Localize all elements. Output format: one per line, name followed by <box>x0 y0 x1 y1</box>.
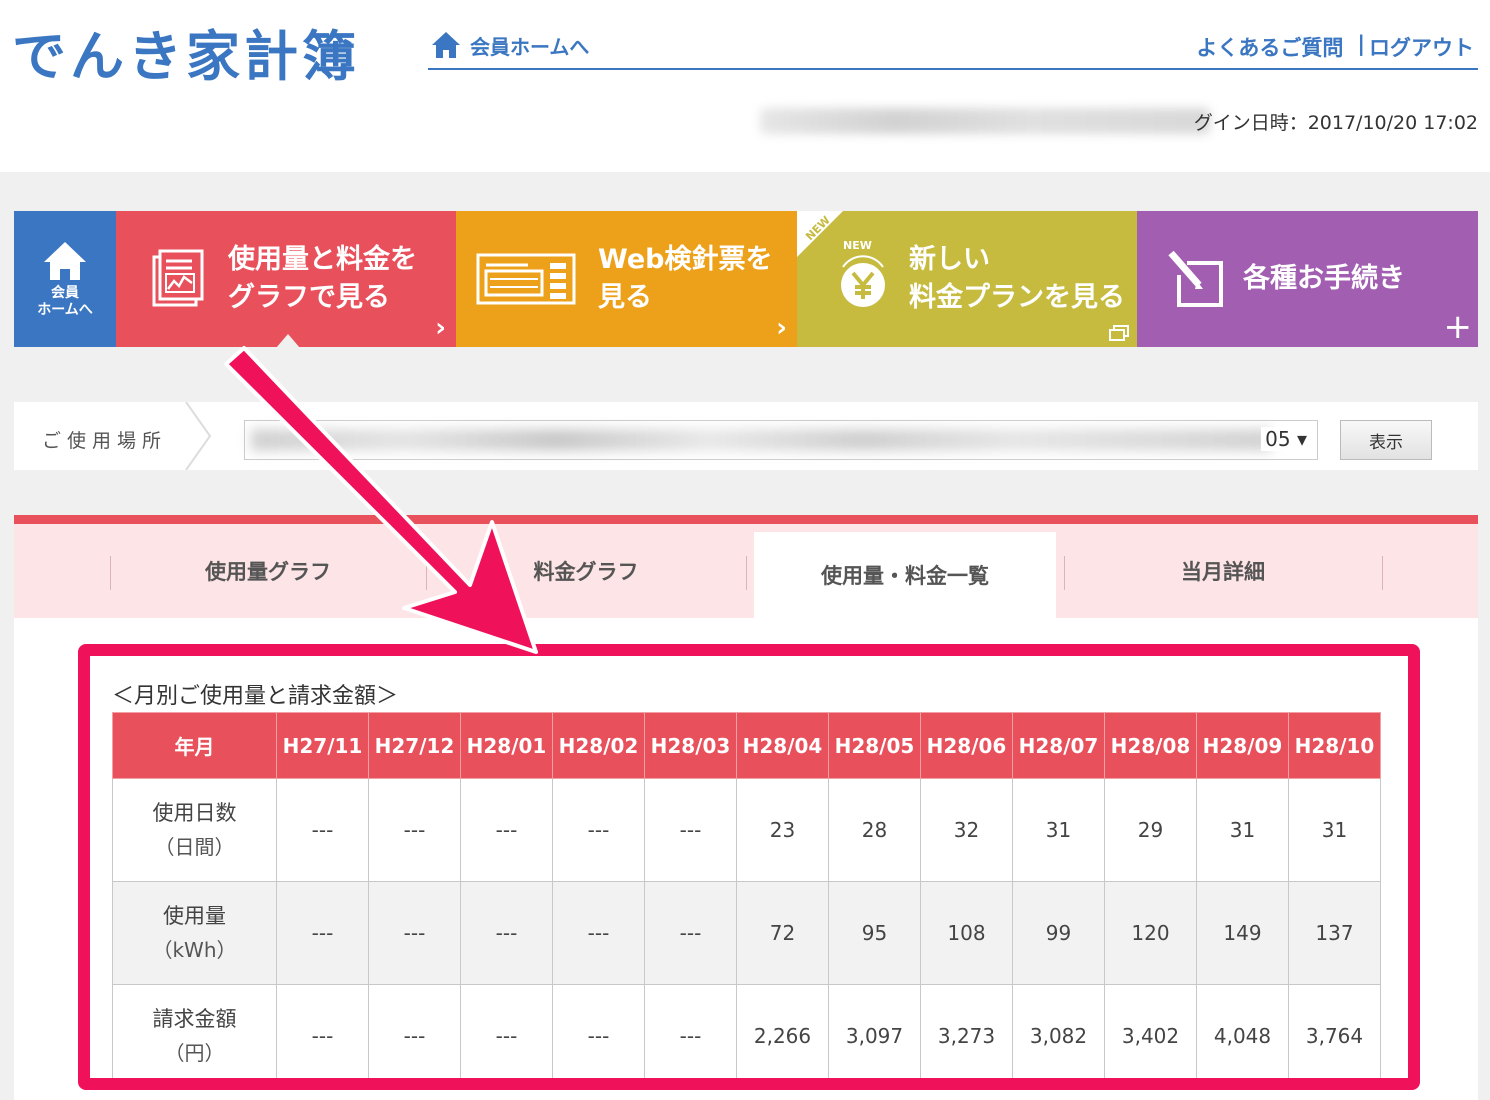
external-window-icon <box>1109 325 1129 341</box>
breadcrumb-chevron <box>185 402 212 470</box>
nav-usage-graph[interactable]: 使用量と料金を グラフで見る › <box>116 211 456 348</box>
tab-usage-cost-list[interactable]: 使用量・料金一覧 <box>754 532 1056 618</box>
yen-coin-icon <box>841 255 885 307</box>
location-select[interactable]: 05 ▾ <box>244 420 1318 460</box>
show-button[interactable]: 表示 <box>1340 420 1432 460</box>
tab-divider <box>746 556 747 590</box>
document-chart-icon <box>152 249 204 307</box>
last-login-time: グイン日時：2017/10/20 17:02 <box>1193 112 1478 134</box>
tab-month-detail[interactable]: 当月詳細 <box>1064 524 1382 618</box>
nav-new-plan[interactable]: NEW NEW 新しい 料金プランを見る <box>797 211 1137 347</box>
location-select-value: 05 ▾ <box>1261 427 1307 451</box>
plan-new-badge: NEW <box>843 239 872 252</box>
blurred-user-name <box>760 108 1210 134</box>
nav-plan-label: 新しい 料金プランを見る <box>909 244 1125 313</box>
header-divider <box>428 68 1478 70</box>
tab-bar: 使用量グラフ 料金グラフ 使用量・料金一覧 当月詳細 <box>14 524 1478 618</box>
main-nav: 会員 ホームへ 使用量と料金を グラフで見る › Web検針票を 見る › NE… <box>14 211 1478 348</box>
site-logo[interactable]: でんき家計簿 <box>12 12 360 91</box>
location-bar: ご使用場所 05 ▾ 表示 <box>14 402 1478 470</box>
meter-slip-icon <box>476 253 576 305</box>
faq-link[interactable]: よくあるご質問 <box>1196 32 1343 62</box>
nav-member-home[interactable]: 会員 ホームへ <box>14 211 116 347</box>
tab-usage-graph[interactable]: 使用量グラフ <box>110 524 426 618</box>
nav-procedures[interactable]: 各種お手続き + <box>1137 211 1478 347</box>
location-label: ご使用場所 <box>42 430 168 452</box>
highlight-box <box>78 644 1420 1090</box>
nav-home-label: 会員 ホームへ <box>37 285 93 318</box>
edit-document-icon <box>1168 250 1223 307</box>
site-header: でんき家計簿 会員ホームへ よくあるご質問 | ログアウト グイン日時：2017… <box>0 0 1490 172</box>
plus-icon: + <box>1443 307 1473 347</box>
active-caret <box>276 334 300 348</box>
top-links: よくあるご質問 | ログアウト <box>1196 32 1474 62</box>
member-home-label: 会員ホームへ <box>470 34 590 59</box>
chevron-right-icon: › <box>776 313 787 343</box>
tab-divider <box>1382 556 1383 590</box>
home-icon <box>432 32 460 58</box>
logout-link[interactable]: ログアウト <box>1369 32 1474 62</box>
link-separator: | <box>1357 32 1365 56</box>
nav-web-label: Web検針票を 見る <box>598 244 773 313</box>
nav-procedures-label: 各種お手続き <box>1243 263 1405 294</box>
tab-cost-graph[interactable]: 料金グラフ <box>426 524 746 618</box>
tabs-top-border <box>14 515 1478 524</box>
home-icon <box>44 242 86 280</box>
chevron-right-icon: › <box>435 313 446 343</box>
member-home-link[interactable]: 会員ホームへ <box>430 30 589 60</box>
blurred-address <box>251 429 1271 451</box>
new-ribbon-icon: NEW <box>797 211 843 257</box>
nav-graph-label: 使用量と料金を グラフで見る <box>228 244 417 313</box>
nav-web-meter-slip[interactable]: Web検針票を 見る › <box>456 211 797 347</box>
